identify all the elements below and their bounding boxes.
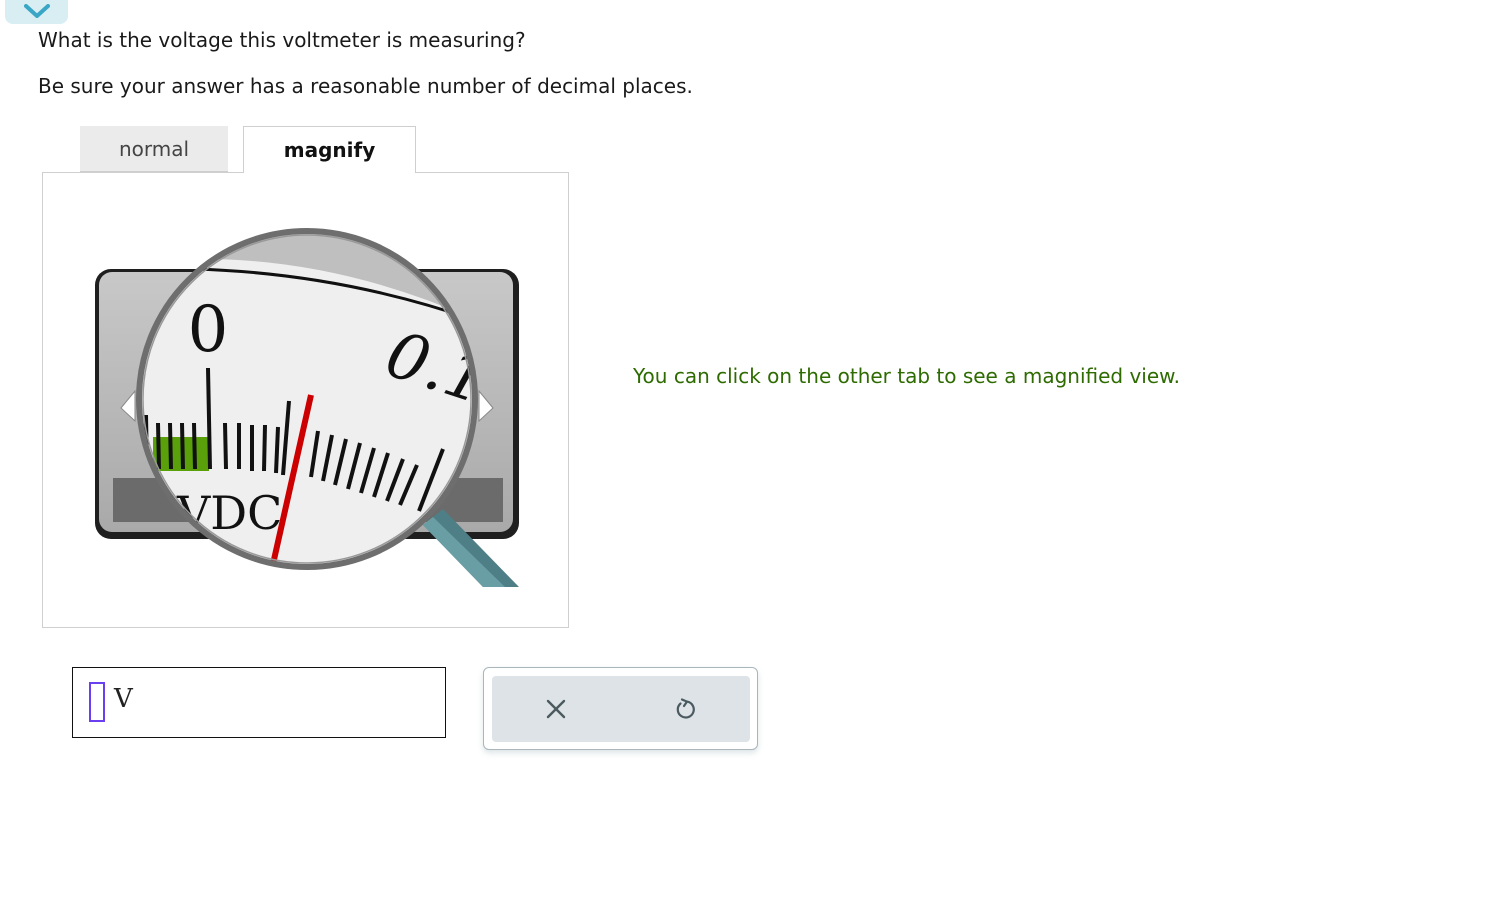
answer-input[interactable]: V: [72, 667, 446, 738]
undo-button[interactable]: [645, 676, 725, 742]
collapse-button[interactable]: [5, 0, 68, 24]
question-text: What is the voltage this voltmeter is me…: [38, 28, 526, 52]
magnify-hint: You can click on the other tab to see a …: [633, 364, 1181, 388]
magnified-voltmeter-image: 0 0.1 VDC: [95, 228, 519, 587]
answer-toolbar-inner: [492, 676, 750, 742]
answer-unit: V: [114, 684, 133, 714]
chevron-down-icon: [23, 4, 50, 18]
tab-magnify[interactable]: magnify: [243, 126, 416, 173]
undo-icon: [676, 698, 695, 719]
scale-label-zero: 0: [188, 293, 229, 367]
meter-panel: 0 0.1 VDC: [42, 172, 569, 628]
tab-normal[interactable]: normal: [80, 126, 228, 172]
question-instruction: Be sure your answer has a reasonable num…: [38, 74, 693, 98]
answer-toolbar: [483, 667, 758, 750]
x-icon: [546, 699, 566, 719]
answer-value-slot[interactable]: [89, 682, 105, 722]
clear-button[interactable]: [516, 676, 596, 742]
